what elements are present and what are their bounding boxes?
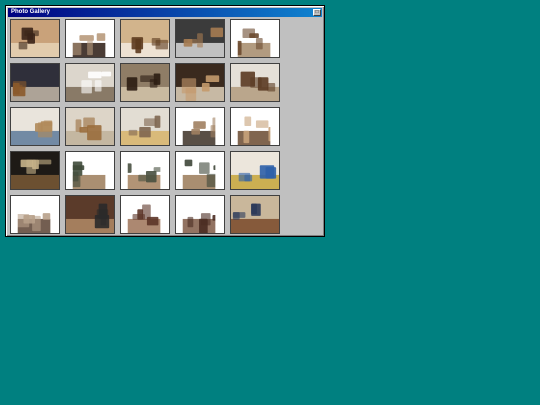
thumbnail-pipe-on-cloth[interactable] — [230, 195, 280, 234]
thumbnail-image — [231, 108, 279, 145]
thumbnail-pipe-collection-table[interactable] — [175, 63, 225, 102]
thumbnail-carved-pipe-bowl-1[interactable] — [120, 195, 170, 234]
thumbnail-image — [11, 196, 59, 233]
thumbnail-image — [176, 196, 224, 233]
thumbnail-image — [231, 152, 279, 189]
thumbnail-framed-pipe-art[interactable] — [65, 63, 115, 102]
thumbnail-image — [231, 196, 279, 233]
photo-gallery-window: Photo Gallery □ — [5, 5, 325, 237]
window-titlebar[interactable]: Photo Gallery — [8, 8, 322, 17]
window-restore-button[interactable]: □ — [313, 9, 321, 16]
thumbnail-pipe-rack-wall[interactable] — [10, 63, 60, 102]
thumbnail-pipe-in-box-2[interactable] — [120, 19, 170, 58]
thumbnail-pipe-cabinet[interactable] — [230, 19, 280, 58]
thumbnail-image — [66, 196, 114, 233]
thumbnail-pipe-display-case[interactable] — [175, 19, 225, 58]
thumbnail-image — [11, 108, 59, 145]
thumbnail-image — [66, 152, 114, 189]
thumbnail-pipe-in-box-1[interactable] — [65, 19, 115, 58]
thumbnail-pipe-on-desk[interactable] — [10, 19, 60, 58]
thumbnail-jars-on-shelves[interactable] — [10, 151, 60, 190]
thumbnail-tobacco-tins-1[interactable] — [10, 107, 60, 146]
thumbnail-image — [121, 108, 169, 145]
thumbnail-image — [121, 196, 169, 233]
thumbnail-pipes-in-drawer[interactable] — [65, 195, 115, 234]
thumbnail-pipe-carousel-2[interactable] — [120, 151, 170, 190]
thumbnail-image — [11, 64, 59, 101]
thumbnail-image — [66, 108, 114, 145]
thumbnail-tobacco-tins-2[interactable] — [65, 107, 115, 146]
thumbnail-image — [66, 20, 114, 57]
thumbnail-image — [176, 152, 224, 189]
thumbnail-image — [11, 20, 59, 57]
thumbnail-pipe-row-shelf[interactable] — [230, 63, 280, 102]
thumbnail-image — [121, 64, 169, 101]
thumbnail-pipe-carousel-1[interactable] — [65, 151, 115, 190]
thumbnail-image — [176, 108, 224, 145]
thumbnail-colorful-tins-stack[interactable] — [230, 151, 280, 190]
thumbnail-pipe-carousel-3[interactable] — [175, 151, 225, 190]
thumbnail-tobacco-tins-3[interactable] — [120, 107, 170, 146]
thumbnail-pipe-box-open[interactable] — [10, 195, 60, 234]
thumbnail-image — [231, 20, 279, 57]
thumbnail-pipe-stands-shelf[interactable] — [120, 63, 170, 102]
thumbnail-image — [66, 64, 114, 101]
thumbnail-image — [11, 152, 59, 189]
thumbnail-image — [121, 20, 169, 57]
window-title: Photo Gallery — [11, 9, 51, 15]
thumbnail-image — [176, 64, 224, 101]
thumbnail-floor-lamp-room[interactable] — [175, 107, 225, 146]
thumbnail-carved-pipe-bowl-2[interactable] — [175, 195, 225, 234]
thumbnail-image — [176, 20, 224, 57]
thumbnail-bookshelf-pipes[interactable] — [230, 107, 280, 146]
thumbnail-image — [231, 64, 279, 101]
thumbnail-image — [121, 152, 169, 189]
